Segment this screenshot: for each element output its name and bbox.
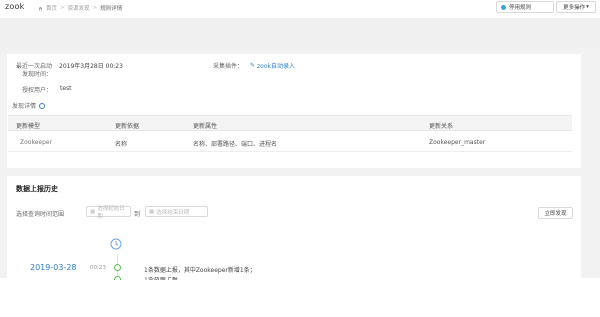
breadcrumb-home[interactable]: 首页 [46,4,57,12]
disable-rule-label: 停用规则 [509,5,532,11]
table-header: 更新模型 更新依据 更新属性 更新关系 [8,115,572,131]
status-dot-icon [501,4,506,10]
column-header-model: 更新模型 [16,123,41,130]
timeline-time: 00:23 [90,265,106,271]
timeline-date: 2019-03-28 [30,263,77,272]
discover-detail-table: 更新模型 更新依据 更新属性 更新关系 Zookeeper 名称 名称、部署路径… [8,115,572,152]
chevron-down-icon: ▾ [586,4,589,10]
app-title: zook [5,2,25,11]
start-date-input[interactable]: ▦ 选择起始日期 [86,205,131,220]
calendar-icon: ▦ [90,208,96,215]
calendar-icon: ▦ [149,208,155,215]
column-header-relation: 更新关系 [429,123,454,130]
column-header-attrs: 更新属性 [193,123,218,130]
table-row: Zookeeper 名称 名称、部署路径、端口、进程名 Zookeeper_ma… [8,131,572,152]
end-date-placeholder: 选择结束日期 [156,209,190,216]
auth-user-value: test [60,85,72,92]
clock-icon [110,238,122,250]
section-title: 数据上报历史 [16,185,58,193]
cell-basis: 名称 [115,141,128,148]
breadcrumb-separator: > [92,5,98,11]
discover-detail-label: 发现详情 [12,103,37,110]
cell-relation-link[interactable]: Zookeeper_master [429,139,485,146]
discover-now-button[interactable]: 立即发现 [538,207,573,219]
timeline-entry-text-2: 1条数据上报 [144,277,178,280]
column-header-basis: 更新依据 [115,123,140,130]
report-history-card [7,176,581,278]
timeline-dot-icon [114,264,121,271]
home-icon[interactable] [38,6,43,11]
more-actions-label: 更多操作 [563,5,586,11]
breadcrumb-separator: > [60,5,65,11]
discover-detail-header: 发现详情 [12,101,46,110]
discover-time-label: 发现时间： [22,71,53,78]
timeline-dot-icon [114,276,121,280]
auth-user-label: 授权用户： [22,87,53,94]
cell-attrs: 名称、部署路径、端口、进程名 [193,141,278,148]
to-label: 到 [134,211,141,218]
collect-plugin-label: 采集插件： [213,63,244,70]
wrench-icon: ✎ [250,62,256,69]
breadcrumb-current: 规则详情 [100,6,123,12]
start-date-placeholder: 选择起始日期 [97,205,125,220]
time-range-label: 选择查询时间范围 [16,211,65,218]
collect-plugin-value: zook自动录入 [257,63,295,70]
breadcrumb: 首页 > 资源发现 > 规则详情 [38,4,122,12]
disable-rule-button[interactable]: 停用规则 [496,1,554,13]
toolbar-band [0,18,600,48]
cell-model: Zookeeper [20,139,53,146]
timeline-entry-text: 1条数据上报，其中Zookeeper新增1条； [144,267,256,274]
last-run-value: 2019年3月28日 00:23 [59,63,123,70]
info-circle-icon[interactable] [39,102,46,109]
top-bar: zook 首页 > 资源发现 > 规则详情 停用规则 更多操作 ▾ [0,0,600,16]
breadcrumb-resource-discovery[interactable]: 资源发现 [68,4,90,12]
end-date-input[interactable]: ▦ 选择结束日期 [145,206,208,217]
more-actions-button[interactable]: 更多操作 ▾ [556,1,596,13]
collect-plugin-link[interactable]: ✎ zook自动录入 [250,61,295,70]
